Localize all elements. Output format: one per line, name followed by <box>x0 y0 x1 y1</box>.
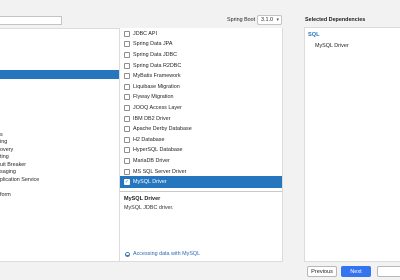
spring-boot-label: Spring Boot <box>227 17 256 23</box>
dependency-item-label: MySQL Driver <box>133 179 167 186</box>
category-item-label: plication Service <box>0 176 40 183</box>
dependency-item-label: JDBC API <box>133 30 157 37</box>
checkbox-icon[interactable] <box>124 126 130 133</box>
previous-button[interactable]: Previous <box>307 266 337 277</box>
checkbox-icon[interactable] <box>124 41 130 48</box>
next-button-label: Next <box>350 268 362 275</box>
checkbox-icon[interactable] <box>124 157 130 164</box>
category-item-label: form <box>0 192 11 198</box>
category-item-label: s <box>0 131 3 138</box>
guide-link-label: Accessing data with MySQL <box>133 251 201 257</box>
dependency-item-label: Liquibase Migration <box>133 83 180 90</box>
dependency-item-label: MS SQL Server Driver <box>133 168 187 175</box>
category-panel: s ing overy ting uit Breaker saging plication … <box>0 0 119 262</box>
selected-dependencies-title: Selected Dependencies <box>305 17 366 23</box>
checkbox-icon[interactable] <box>124 73 130 80</box>
dependency-list: JDBC API Spring Data JPA Spring Data JDBC S… <box>119 28 283 191</box>
dependency-item-label: JOOQ Access Layer <box>133 104 182 111</box>
category-list: s ing overy ting uit Breaker saging plication … <box>0 28 119 262</box>
search-input[interactable] <box>0 16 62 25</box>
category-item-label: uit Breaker <box>0 161 27 168</box>
description-text: MySQL JDBC driver. <box>124 205 174 211</box>
checkbox-icon[interactable] <box>124 104 130 111</box>
checkbox-icon[interactable] <box>124 115 130 122</box>
spring-boot-version-select[interactable]: 3.1.0 ▾ <box>257 15 282 25</box>
previous-button-label: Previous <box>311 268 333 275</box>
category-item-label: saging <box>0 169 16 176</box>
dependency-item-label: Apache Derby Database <box>133 126 192 133</box>
checkbox-checked-icon[interactable]: ✓ <box>124 179 130 186</box>
guide-link[interactable]: Accessing data with MySQL <box>125 251 200 257</box>
description-panel: MySQL Driver MySQL JDBC driver. Accessin… <box>119 191 283 262</box>
selected-item-mysql-driver[interactable]: MySQL Driver <box>315 43 349 49</box>
checkbox-icon[interactable] <box>124 30 130 37</box>
selected-dependencies-panel: SQL MySQL Driver <box>304 27 400 262</box>
dependency-item-label: MariaDB Driver <box>133 157 170 164</box>
category-item-label: ting <box>0 154 9 161</box>
category-item-label: overy <box>0 146 14 153</box>
checkbox-icon[interactable] <box>124 147 130 154</box>
dependency-item-label: MyBatis Framework <box>133 73 181 80</box>
dependency-item-label: IBM DB2 Driver <box>133 115 171 122</box>
chevron-down-icon: ▾ <box>276 17 279 23</box>
dependency-item-label: Spring Data R2DBC <box>133 62 182 69</box>
dependency-item[interactable]: ✓ MySQL Driver <box>120 176 282 188</box>
checkbox-icon[interactable] <box>124 168 130 175</box>
cancel-button[interactable] <box>377 266 400 277</box>
description-title: MySQL Driver <box>124 196 161 202</box>
dependency-item-label: Flyway Migration <box>133 94 174 101</box>
category-item-label: ing <box>0 139 8 146</box>
checkbox-icon[interactable] <box>124 83 130 90</box>
checkbox-icon[interactable] <box>124 51 130 58</box>
checkbox-icon[interactable] <box>124 94 130 101</box>
guide-icon <box>125 251 130 257</box>
category-item[interactable]: form <box>0 191 119 200</box>
checkbox-icon[interactable] <box>124 62 130 69</box>
selected-group-sql: SQL <box>308 32 320 38</box>
dependency-item-label: HyperSQL Database <box>133 147 183 154</box>
spring-boot-version-value: 3.1.0 <box>261 17 273 23</box>
dependency-item-label: Spring Data JDBC <box>133 51 178 58</box>
checkbox-icon[interactable] <box>124 136 130 143</box>
dependency-item-label: Spring Data JPA <box>133 41 173 48</box>
dependency-item-label: H2 Database <box>133 136 165 143</box>
next-button[interactable]: Next <box>341 266 371 277</box>
